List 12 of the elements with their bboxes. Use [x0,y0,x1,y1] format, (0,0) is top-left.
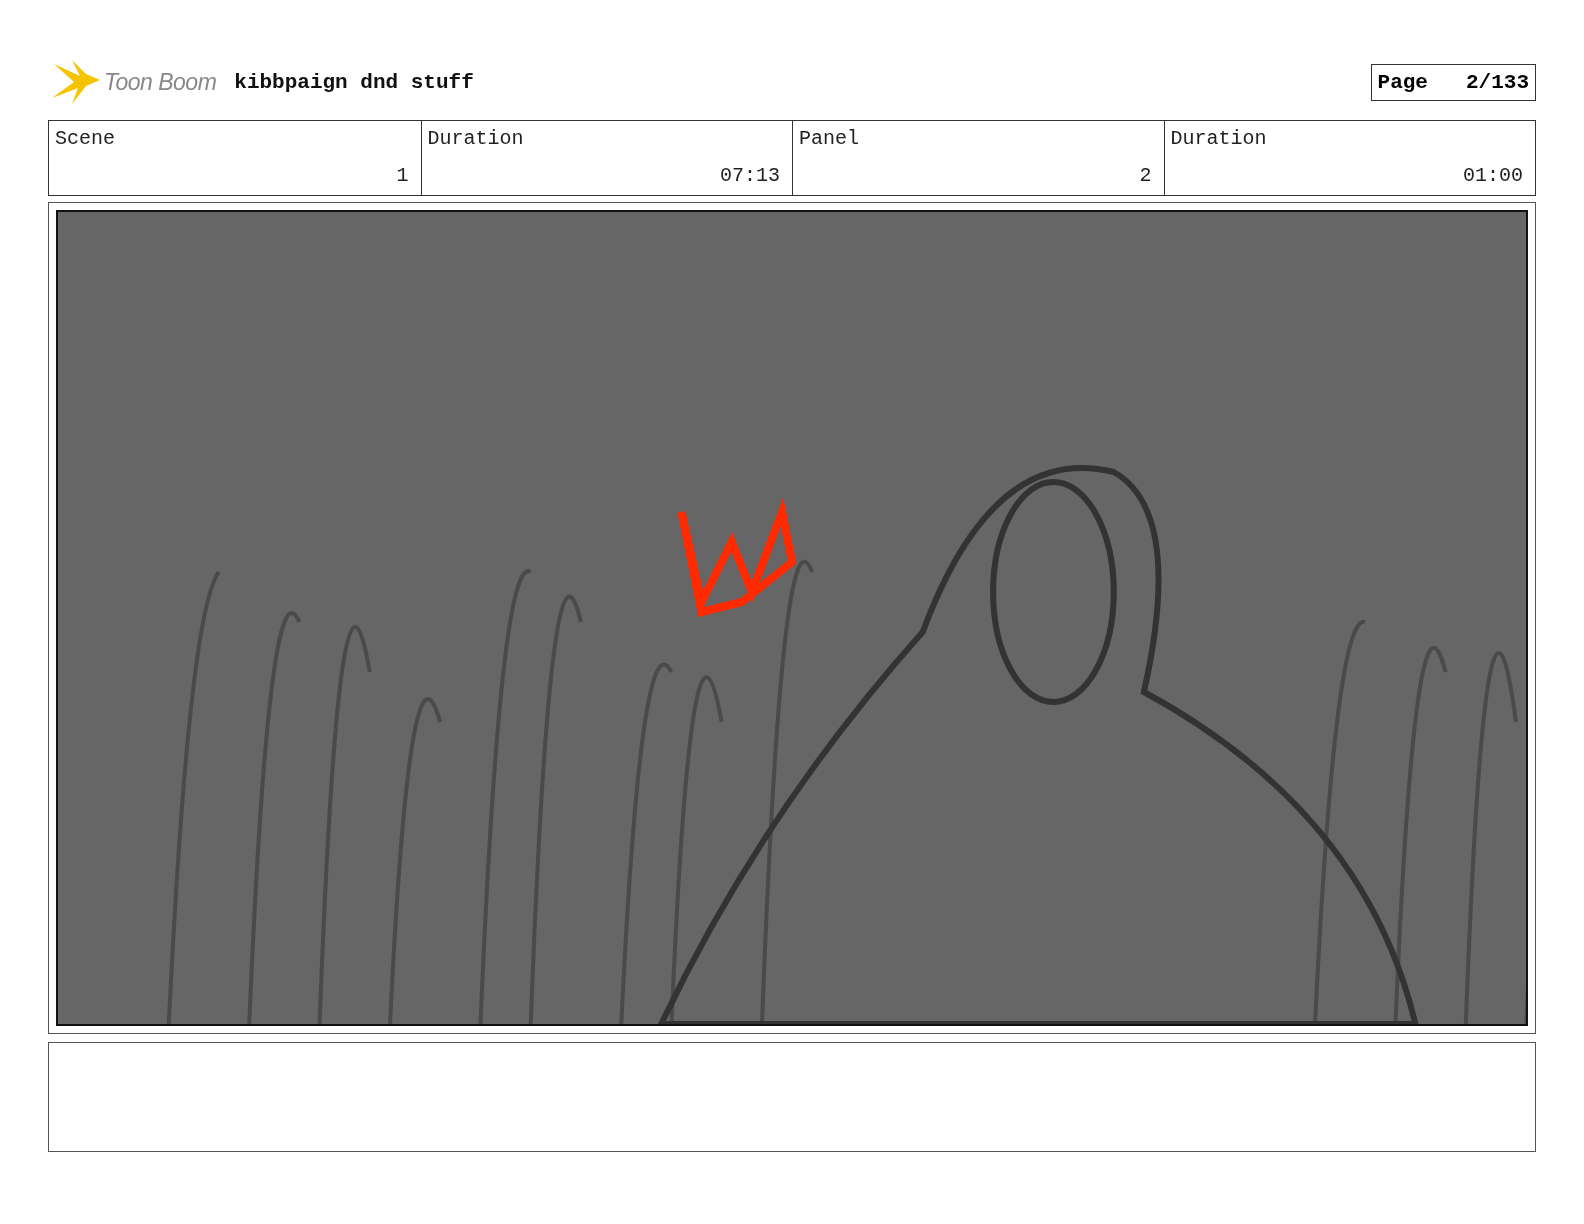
project-title: kibbpaign dnd stuff [234,70,474,94]
field-value: 01:00 [1463,164,1523,187]
field-value: 07:13 [720,164,780,187]
field-label: Duration [1170,127,1268,150]
logo-text: Toon Boom [104,68,217,96]
field-label: Panel [799,127,860,150]
field-value: 1 [396,164,409,187]
page-label: Page [1377,70,1428,94]
field-label: Duration [427,127,525,150]
page-number: 2/133 [1466,70,1529,94]
field-label: Scene [55,127,116,150]
field-value: 2 [1139,164,1152,187]
